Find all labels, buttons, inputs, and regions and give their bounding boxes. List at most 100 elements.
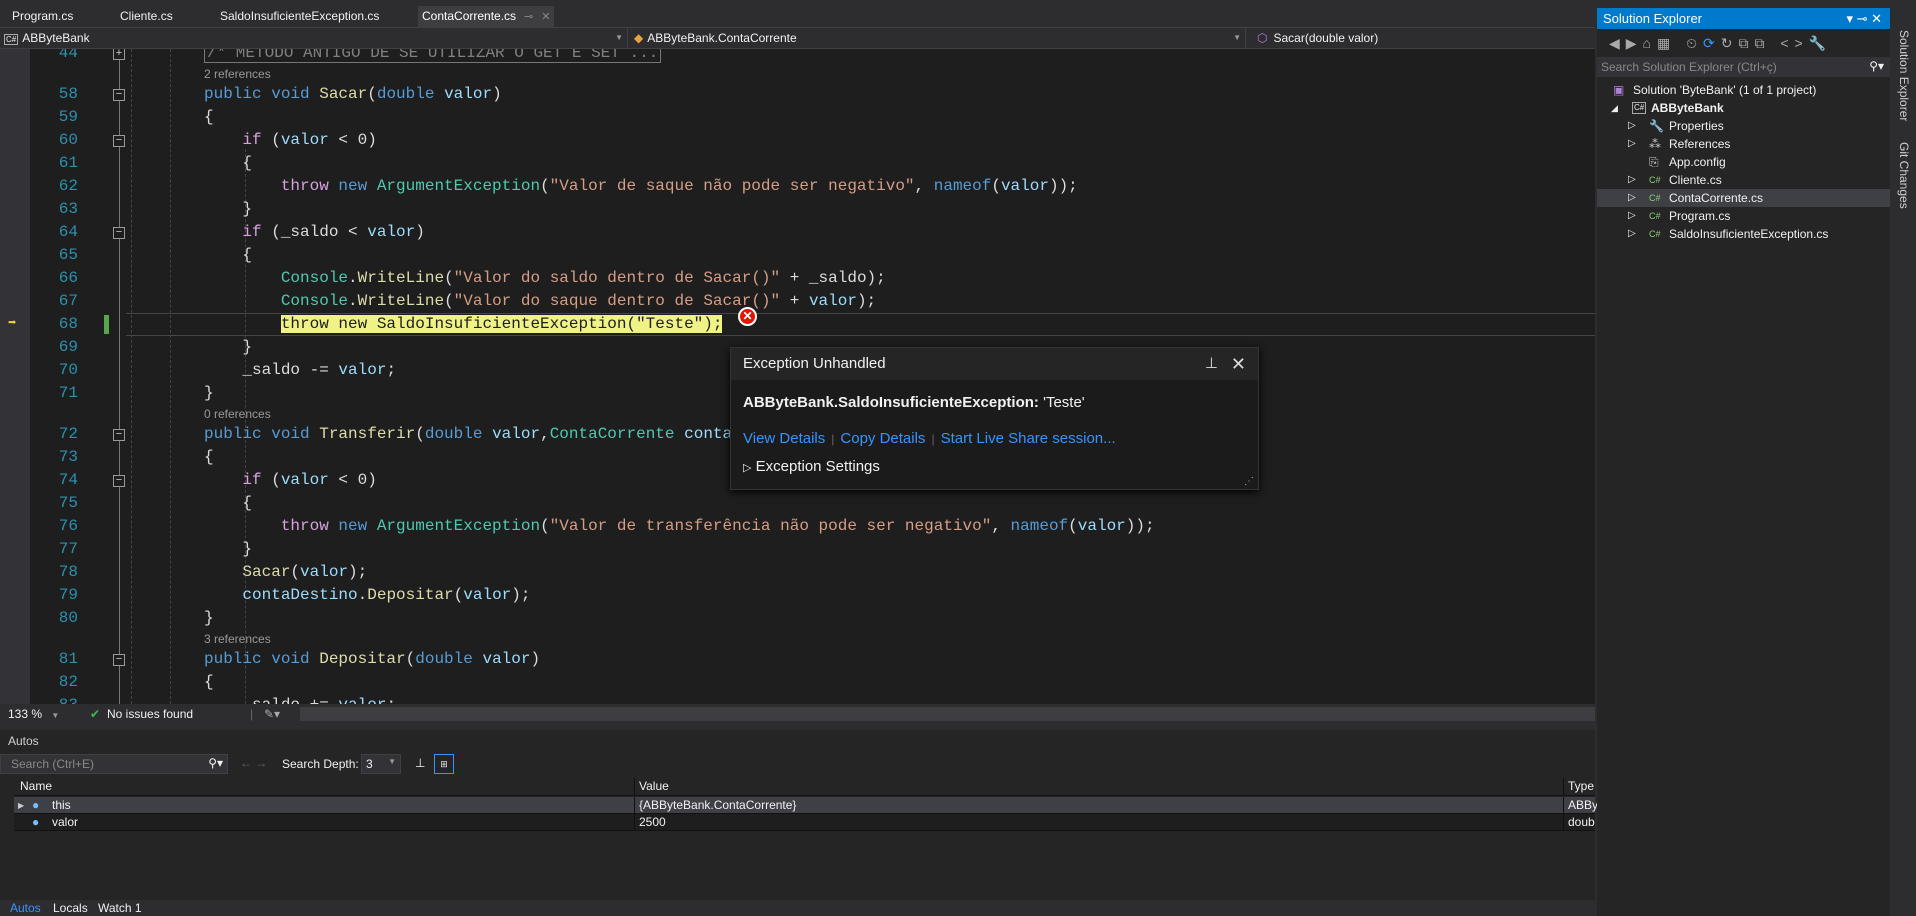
close-icon[interactable]: ✕ (541, 11, 550, 23)
expand-arrow-icon[interactable]: ▷ (1628, 117, 1636, 135)
tab-conta-corrente[interactable]: ContaCorrente.cs ⊸ ✕ (418, 6, 555, 27)
column-header-name[interactable]: Name (14, 778, 52, 795)
code-line[interactable]: 64 − if (_saldo < valor) (0, 221, 1595, 244)
column-header-type[interactable]: Type (1563, 778, 1594, 795)
line-number: 68 (58, 315, 78, 333)
tab-cliente[interactable]: Cliente.cs (116, 6, 177, 27)
search-icon[interactable]: ⚲▾ (208, 756, 223, 770)
code-token: ) (530, 650, 541, 668)
autos-search-input[interactable]: Search (Ctrl+E) ⚲▾ (0, 754, 228, 774)
close-icon[interactable]: ✕ (1231, 348, 1246, 380)
expand-icon[interactable]: + (113, 49, 125, 60)
issues-status[interactable]: No issues found (107, 704, 193, 724)
code-line[interactable]: 44 + /* METODO ANTIGO DE SE UTILIZAR O GET… (0, 49, 1595, 65)
tree-item-solution[interactable]: ▣ Solution 'ByteBank' (1 of 1 project) (1597, 81, 1890, 99)
table-row[interactable]: ● valor 2500 doub (14, 814, 1595, 831)
tree-item-app-config[interactable]: ⎘ App.config (1597, 153, 1890, 171)
row-value[interactable]: {ABByteBank.ContaCorrente} (634, 797, 796, 813)
code-line[interactable]: 77 } (0, 538, 1595, 561)
code-line[interactable]: 58 − public void Sacar(double valor) (0, 83, 1595, 106)
code-line[interactable]: 81 − public void Depositar(double valor) (0, 648, 1595, 671)
code-line[interactable]: 65 { (0, 244, 1595, 267)
tab-saldo-exception[interactable]: SaldoInsuficienteException.cs (216, 6, 383, 27)
code-line[interactable]: 78 Sacar(valor); (0, 561, 1595, 584)
pin-icon[interactable]: ⊸ (524, 11, 533, 23)
code-line[interactable]: 63 } (0, 198, 1595, 221)
code-line[interactable]: ➡ 68 throw new SaldoInsuficienteException… (0, 313, 1595, 336)
references-link[interactable]: 3 references (204, 630, 271, 648)
live-share-link[interactable]: Start Live Share session... (941, 430, 1116, 447)
code-line[interactable]: 79 contaDestino.Depositar(valor); (0, 584, 1595, 607)
code-line[interactable]: 67 Console.WriteLine("Valor do saque den… (0, 290, 1595, 313)
zoom-dropdown[interactable]: 133 % ▼ (8, 704, 59, 726)
exception-title: Exception Unhandled (743, 355, 886, 372)
collapse-icon[interactable]: − (113, 653, 125, 666)
code-line[interactable]: 61 { (0, 152, 1595, 175)
expand-arrow-icon[interactable]: ▷ (1628, 225, 1636, 243)
expand-arrow-icon[interactable]: ▷ (1628, 135, 1636, 153)
resize-grip-icon[interactable]: ⋰ (1244, 476, 1254, 487)
tab-autos[interactable]: Autos (10, 900, 41, 916)
exception-settings-toggle[interactable]: ▷ Exception Settings (743, 458, 880, 475)
code-lens-row[interactable]: 3 references (0, 630, 1595, 648)
expand-arrow-icon[interactable]: ▶ (18, 797, 24, 814)
search-depth-dropdown[interactable]: 3 ▼ (361, 754, 401, 774)
code-line[interactable]: 75 { (0, 492, 1595, 515)
expanded-arrow-icon[interactable]: ◢ (1611, 99, 1618, 117)
code-token: if (204, 131, 262, 149)
tree-item-references[interactable]: ▷ ⁂ References (1597, 135, 1890, 153)
execution-pointer-icon[interactable]: ➡ (8, 313, 16, 336)
code-line[interactable]: 62 throw new ArgumentException("Valor de… (0, 175, 1595, 198)
code-lens-row[interactable]: 2 references (0, 65, 1595, 83)
row-value[interactable]: 2500 (634, 814, 666, 830)
tree-item-properties[interactable]: ▷ 🔧 Properties (1597, 117, 1890, 135)
window-controls[interactable]: ▾ ⊸ ✕ (1846, 8, 1882, 29)
tab-program[interactable]: Program.cs (8, 6, 77, 27)
csharp-file-icon: C# (1649, 193, 1661, 203)
copy-details-link[interactable]: Copy Details (840, 430, 925, 447)
pin-icon[interactable]: ⊥ (1205, 348, 1218, 380)
tab-watch-1[interactable]: Watch 1 (98, 900, 142, 916)
code-line[interactable]: 66 Console.WriteLine("Valor do saldo den… (0, 267, 1595, 290)
tree-item-project[interactable]: ◢ C# ABByteBank (1597, 99, 1890, 117)
horizontal-scrollbar[interactable] (300, 707, 1595, 721)
solution-explorer-title-bar: Solution Explorer ▾ ⊸ ✕ (1597, 8, 1890, 29)
code-line[interactable]: 60 − if (valor < 0) (0, 129, 1595, 152)
collapse-icon[interactable]: − (113, 134, 125, 147)
search-icon[interactable]: ⚲▾ (1869, 59, 1884, 73)
solution-search-input[interactable]: Search Solution Explorer (Ctrl+ç) ⚲▾ (1597, 57, 1890, 77)
solution-explorer-toolbar[interactable]: ◀▶⌂▦ ⏲⟳↻⧉⧉ <>🔧 (1597, 29, 1890, 57)
collapse-icon[interactable]: − (113, 474, 125, 487)
expand-arrow-icon[interactable]: ▷ (1628, 189, 1636, 207)
tree-item-saldoinsuficienteexception-cs[interactable]: ▷ C# SaldoInsuficienteException.cs (1597, 225, 1890, 243)
collapse-icon[interactable]: − (113, 428, 125, 441)
class-dropdown[interactable]: ◆ ABByteBank.ContaCorrente ▼ (630, 28, 1246, 48)
side-tab-solution-explorer[interactable]: Solution Explorer (1897, 30, 1911, 121)
code-line[interactable]: 80} (0, 607, 1595, 630)
table-row[interactable]: ▶ ● this {ABByteBank.ContaCorrente} ABBy (14, 797, 1598, 814)
side-tab-git-changes[interactable]: Git Changes (1897, 142, 1911, 209)
references-link[interactable]: 2 references (204, 65, 271, 83)
view-details-link[interactable]: View Details (743, 430, 825, 447)
tab-view-icon[interactable]: ⊞ (434, 754, 454, 774)
tree-item-program-cs[interactable]: ▷ C# Program.cs (1597, 207, 1890, 225)
pin-filter-icon[interactable]: ⊥ (415, 756, 425, 770)
back-arrow-icon[interactable]: ← → (240, 756, 267, 770)
collapse-icon[interactable]: − (113, 226, 125, 239)
column-header-value[interactable]: Value (634, 778, 669, 795)
cleanup-icon[interactable]: ✎▾ (264, 704, 280, 724)
code-line[interactable]: 59 { (0, 106, 1595, 129)
expand-arrow-icon[interactable]: ▷ (1628, 171, 1636, 189)
code-line[interactable]: 83 _saldo += valor; (0, 694, 1595, 704)
tab-locals[interactable]: Locals (53, 900, 88, 916)
project-dropdown[interactable]: C# ABByteBank ▼ (0, 28, 628, 48)
tree-item-cliente-cs[interactable]: ▷ C# Cliente.cs (1597, 171, 1890, 189)
member-dropdown[interactable]: ⬡ Sacar(double valor) (1249, 28, 1595, 48)
references-link[interactable]: 0 references (204, 405, 271, 423)
expand-arrow-icon[interactable]: ▷ (1628, 207, 1636, 225)
tree-item-contacorrente-cs[interactable]: ▷ C# ContaCorrente.cs (1597, 189, 1890, 207)
code-line[interactable]: 76 throw new ArgumentException("Valor de… (0, 515, 1595, 538)
code-line[interactable]: 82 { (0, 671, 1595, 694)
error-icon[interactable]: ✕ (738, 307, 757, 326)
collapse-icon[interactable]: − (113, 88, 125, 101)
